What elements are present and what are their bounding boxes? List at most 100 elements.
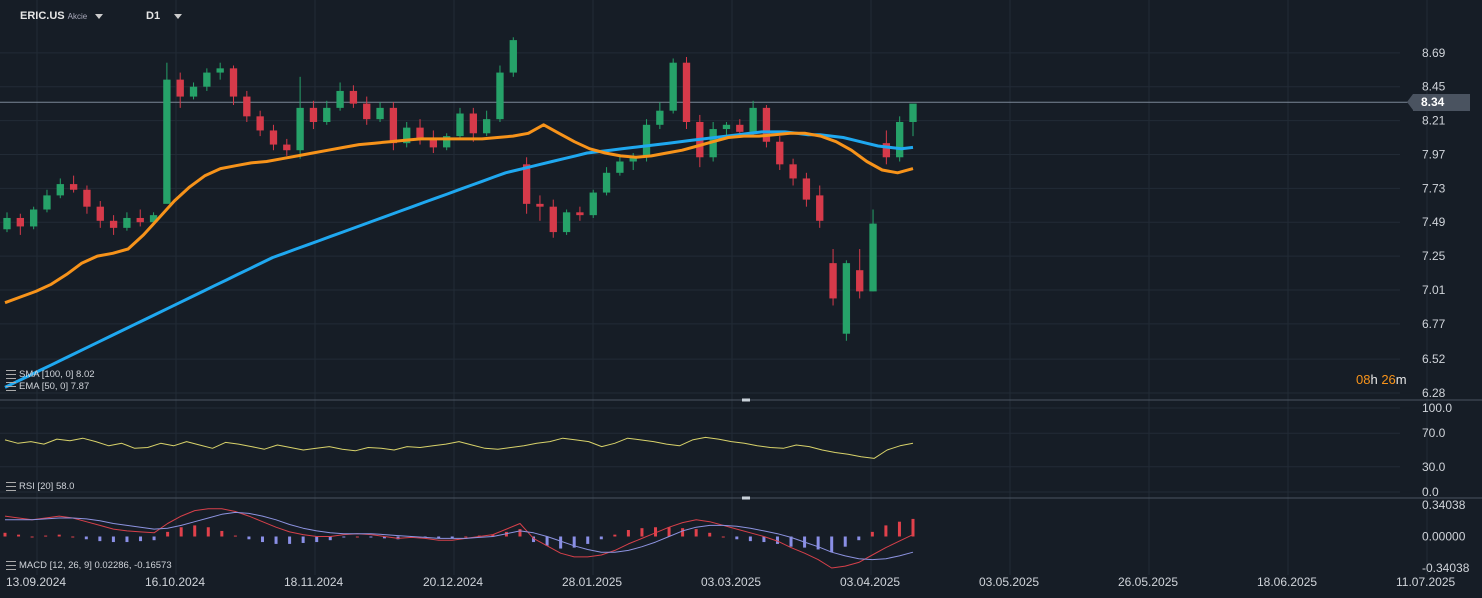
macd-histogram-bar	[328, 536, 332, 541]
macd-histogram-bar	[139, 536, 143, 542]
macd-histogram-bar	[857, 536, 861, 541]
candle-body	[869, 223, 877, 292]
candle-body	[802, 178, 811, 200]
date-tick-label: 26.05.2025	[1118, 575, 1178, 589]
candle-body	[789, 164, 797, 179]
macd-histogram-bar	[247, 536, 251, 540]
macd-histogram-bar	[166, 531, 170, 537]
candle-body	[562, 212, 571, 233]
candle-body	[203, 72, 211, 87]
candle-body	[682, 62, 691, 122]
macd-histogram-bar	[3, 532, 7, 537]
macd-histogram-bar	[545, 536, 549, 546]
rsi-indicator-label[interactable]: RSI [20] 58.0	[6, 481, 74, 492]
macd-histogram-bar	[613, 534, 617, 537]
candle-body	[829, 263, 837, 299]
pane-resize-handle	[742, 398, 750, 402]
candle-body	[16, 217, 24, 227]
indicator-settings-icon	[6, 369, 16, 379]
macd-histogram-bar	[626, 530, 630, 537]
macd-histogram-bar	[57, 534, 61, 537]
macd-histogram-bar	[870, 531, 874, 537]
candle-body	[189, 86, 198, 97]
candle-body	[669, 62, 677, 111]
price-tick-label: 6.77	[1422, 317, 1446, 331]
macd-histogram-bar	[315, 536, 319, 543]
symbol-selector[interactable]: ERIC.US Akcie	[20, 10, 104, 22]
symbol-label: ERIC.US	[20, 10, 65, 22]
candle-body	[229, 68, 238, 97]
candle-body	[482, 119, 491, 134]
candle-body	[549, 206, 557, 233]
candle-body	[722, 124, 731, 130]
macd-histogram-bar	[125, 536, 129, 543]
macd-histogram-bar	[735, 536, 739, 540]
macd-tick-label: 0.00000	[1422, 530, 1466, 544]
macd-histogram-bar	[111, 536, 115, 543]
candle-body	[856, 270, 864, 292]
macd-histogram-bar	[233, 535, 237, 537]
candle-body	[256, 116, 264, 131]
trading-chart[interactable]: 8.69 8.45 8.21 7.97 7.73 7.49 7.25 7.01 6.77 6.52…	[0, 0, 1482, 598]
candle-body	[456, 113, 464, 137]
indicator-settings-icon	[6, 560, 16, 570]
macd-histogram-bar	[681, 528, 685, 537]
candle-body	[176, 79, 184, 97]
price-tick-label: 7.49	[1422, 215, 1446, 229]
ema-indicator-label[interactable]: EMA [50, 0] 7.87	[6, 381, 89, 392]
sma-indicator-label[interactable]: SMA [100, 0] 8.02	[6, 369, 95, 380]
candle-body	[283, 144, 291, 151]
rsi-line	[4, 436, 914, 459]
macd-histogram-bar	[586, 536, 590, 544]
macd-histogram-bar	[71, 536, 75, 538]
macd-histogram-bar	[748, 536, 752, 542]
candle-body	[269, 130, 278, 145]
macd-histogram-bar	[152, 536, 156, 541]
macd-histogram-bar	[355, 536, 359, 538]
date-tick-label: 03.05.2025	[979, 575, 1039, 589]
candle-body	[29, 209, 38, 227]
macd-histogram-bar	[708, 532, 712, 537]
candle-body	[243, 96, 251, 117]
macd-tick-label: -0.34038	[1422, 561, 1470, 575]
rsi-tick-label: 0.0	[1422, 485, 1439, 499]
macd-histogram-bar	[301, 536, 305, 543]
candle-body	[536, 203, 544, 207]
macd-indicator-label[interactable]: MACD [12, 26, 9] 0.02286, -0.16573	[6, 560, 172, 571]
macd-histogram-bar	[694, 529, 698, 537]
candle-body	[496, 72, 504, 120]
timeframe-selector[interactable]: D1	[146, 10, 183, 22]
indicator-settings-icon	[6, 381, 16, 391]
macd-histogram-bar	[518, 529, 522, 537]
macd-histogram-bar	[843, 536, 847, 547]
macd-histogram-bar	[464, 536, 468, 538]
sma-line	[4, 130, 914, 389]
candle-body	[842, 263, 851, 334]
macd-histogram-bar	[30, 536, 34, 538]
macd-histogram-bar	[274, 536, 278, 544]
candle-body	[43, 195, 51, 210]
indicator-settings-icon	[6, 481, 16, 491]
timeframe-label: D1	[146, 10, 161, 22]
date-tick-label: 18.06.2025	[1257, 575, 1317, 589]
candle-body	[389, 107, 398, 144]
candle-body	[616, 161, 624, 173]
candle-body	[323, 107, 331, 122]
date-tick-label: 16.10.2024	[145, 575, 205, 589]
macd-histogram-bar	[288, 536, 292, 544]
macd-histogram-bar	[193, 525, 197, 537]
candle-body	[83, 189, 91, 207]
candle-body	[749, 107, 757, 132]
candle-countdown-timer: 08h 26m	[1356, 372, 1407, 387]
macd-histogram-bar	[559, 536, 563, 549]
candle-body	[602, 172, 611, 193]
macd-histogram-bar	[17, 534, 21, 537]
candle-body	[363, 103, 371, 120]
date-tick-label: 28.01.2025	[562, 575, 622, 589]
candle-body	[336, 90, 344, 108]
price-tick-label: 6.52	[1422, 352, 1446, 366]
current-price-tag: 8.34	[1407, 94, 1470, 111]
macd-histogram-bar	[911, 518, 915, 537]
macd-histogram-bar	[220, 530, 224, 537]
chevron-down-icon	[95, 13, 104, 19]
